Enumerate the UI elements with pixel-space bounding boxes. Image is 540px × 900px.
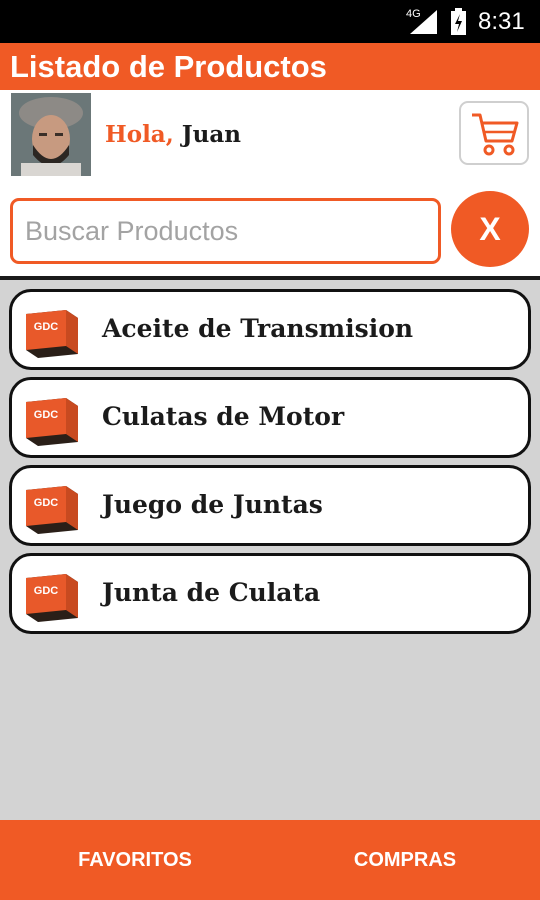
svg-text:GDC: GDC xyxy=(34,409,59,421)
avatar xyxy=(11,93,91,176)
clear-search-button[interactable]: X xyxy=(451,191,529,267)
app-bar: Listado de Productos xyxy=(0,43,540,90)
greeting-hello: Hola, xyxy=(105,121,174,148)
product-item[interactable]: GDC Culatas de Motor xyxy=(9,377,531,458)
status-bar: 4G 8:31 xyxy=(0,0,540,43)
product-label: Culatas de Motor xyxy=(102,402,345,431)
product-label: Aceite de Transmision xyxy=(102,314,414,343)
signal-icon xyxy=(410,10,437,34)
svg-text:GDC: GDC xyxy=(34,321,59,333)
svg-text:GDC: GDC xyxy=(34,585,59,597)
bottom-nav: FAVORITOS COMPRAS xyxy=(0,820,540,900)
product-item[interactable]: GDC Aceite de Transmision xyxy=(9,289,531,370)
svg-text:GDC: GDC xyxy=(34,497,59,509)
product-label: Juego de Juntas xyxy=(102,490,323,519)
product-box-icon: GDC xyxy=(26,486,78,534)
tab-favoritos[interactable]: FAVORITOS xyxy=(0,820,270,900)
clock: 8:31 xyxy=(478,8,525,35)
header-panel: Hola, Juan X xyxy=(0,90,540,280)
search-input[interactable] xyxy=(10,198,441,264)
product-box-icon: GDC xyxy=(26,398,78,446)
battery-icon xyxy=(451,8,466,35)
shopping-cart-icon xyxy=(472,113,519,156)
product-item[interactable]: GDC Juego de Juntas xyxy=(9,465,531,546)
page-title: Listado de Productos xyxy=(10,49,327,84)
product-label: Junta de Culata xyxy=(102,578,321,607)
product-box-icon: GDC xyxy=(26,574,78,622)
product-box-icon: GDC xyxy=(26,310,78,358)
tab-compras[interactable]: COMPRAS xyxy=(270,820,540,900)
greeting: Hola, Juan xyxy=(105,121,241,148)
product-item[interactable]: GDC Junta de Culata xyxy=(9,553,531,634)
cart-button[interactable] xyxy=(459,101,529,165)
user-name: Juan xyxy=(181,121,241,148)
